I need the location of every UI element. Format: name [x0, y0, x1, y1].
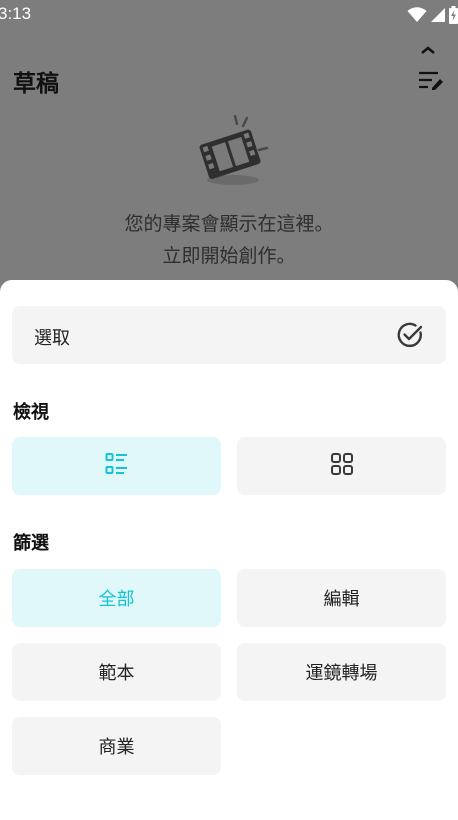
status-icons [407, 6, 458, 24]
filter-option-transition[interactable]: 運鏡轉場 [237, 643, 446, 701]
empty-state-line-1: 您的專案會顯示在這裡。 [124, 213, 334, 235]
battery-charging-icon [449, 6, 458, 24]
select-label: 選取 [34, 328, 70, 349]
wifi-icon [407, 7, 427, 23]
collapse-chevron-icon[interactable] [420, 40, 436, 54]
options-bottom-sheet: 選取 檢視 篩選 全部 編輯 範本 運鏡轉場 商業 [0, 280, 458, 820]
signal-icon [430, 7, 446, 23]
filter-option-edit[interactable]: 編輯 [237, 569, 446, 627]
list-view-icon [105, 452, 129, 481]
filter-option-all[interactable]: 全部 [12, 569, 221, 627]
list-view-option[interactable] [12, 437, 221, 495]
filter-section-title: 篩選 [13, 533, 49, 554]
status-bar: 3:13 [0, 0, 458, 32]
check-circle-icon [396, 321, 424, 349]
sort-edit-icon[interactable] [418, 68, 444, 92]
status-time: 3:13 [0, 4, 32, 23]
grid-view-icon [330, 452, 354, 481]
screen: 3:13 草稿 您的專案會顯示在這裡。 立即開始創作。 選取 檢視 篩選 全部 … [0, 0, 458, 820]
filter-option-template[interactable]: 範本 [12, 643, 221, 701]
film-clapper-icon [193, 112, 273, 192]
view-section-title: 檢視 [13, 402, 49, 423]
grid-view-option[interactable] [237, 437, 446, 495]
page-title: 草稿 [13, 71, 59, 97]
select-button[interactable]: 選取 [12, 306, 446, 364]
empty-state-line-2: 立即開始創作。 [162, 245, 296, 267]
filter-option-business[interactable]: 商業 [12, 717, 221, 775]
